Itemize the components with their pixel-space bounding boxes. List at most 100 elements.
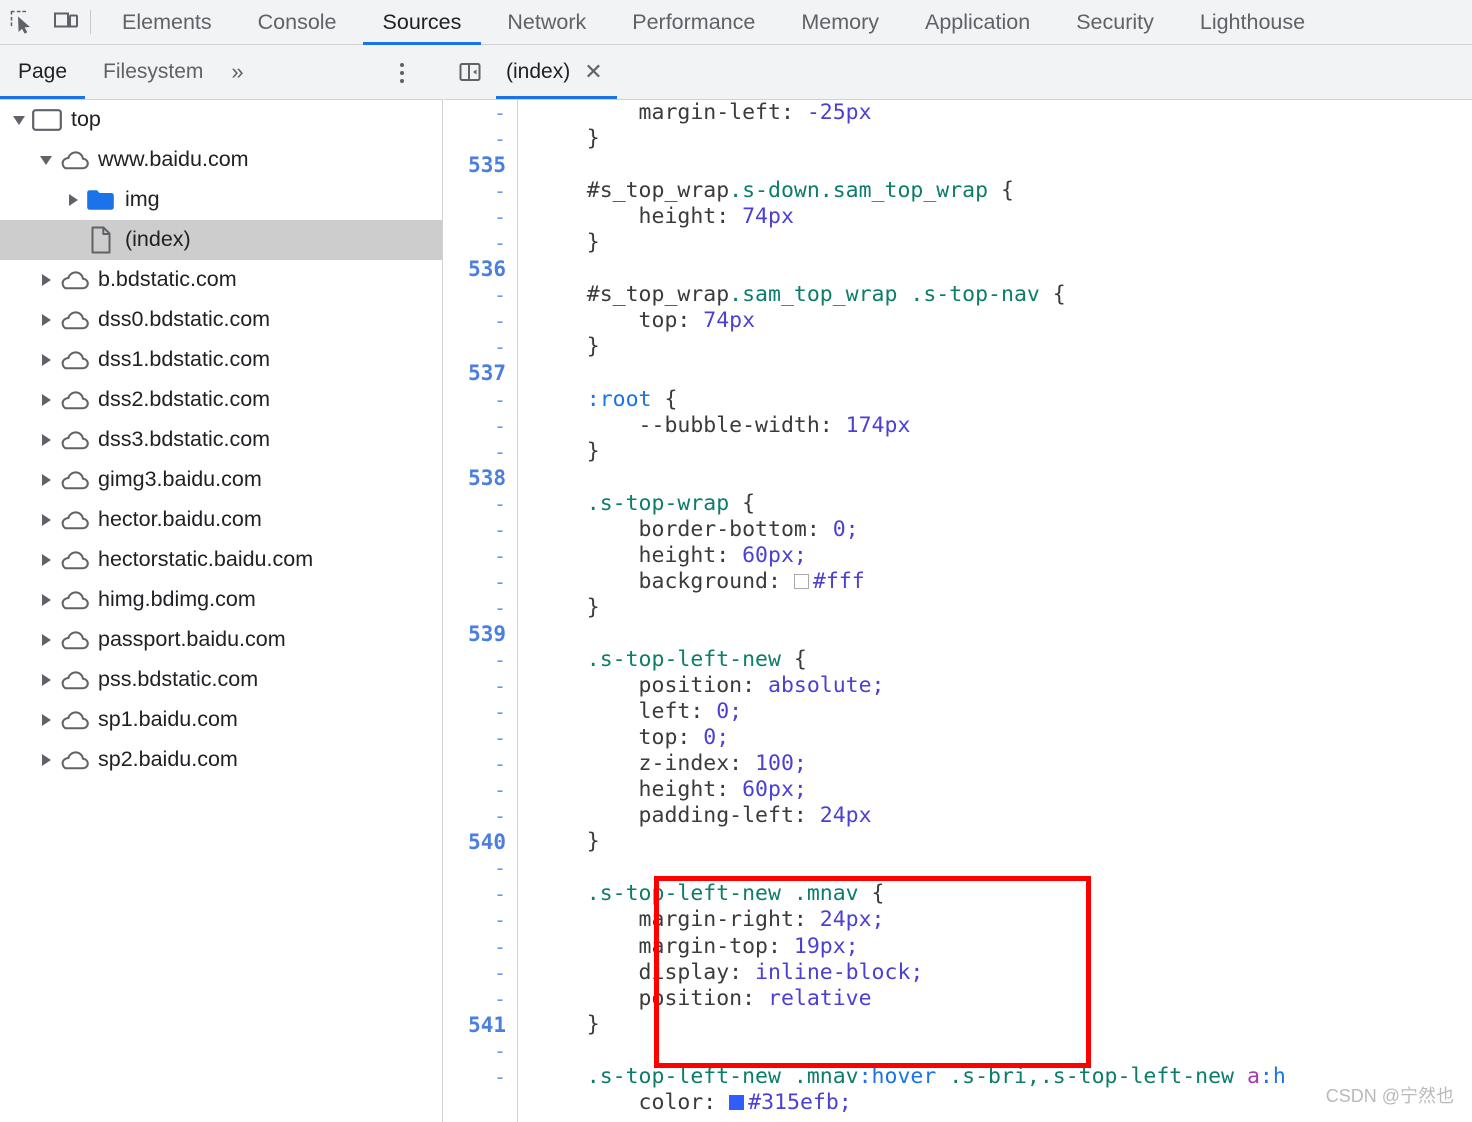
code-token: .s-down.sam_top_wrap	[729, 178, 989, 204]
tab-sources[interactable]: Sources	[360, 0, 485, 45]
chevron-right-icon[interactable]	[35, 629, 57, 651]
code-line: }	[519, 126, 1472, 152]
tab-application[interactable]: Application	[902, 0, 1053, 45]
code-token: inline-block;	[755, 959, 924, 985]
tab-console[interactable]: Console	[235, 0, 360, 45]
tree-item[interactable]: b.bdstatic.com	[0, 260, 442, 300]
tree-item[interactable]: dss2.bdstatic.com	[0, 380, 442, 420]
nav-more-tabs-button[interactable]: »	[221, 45, 253, 99]
code-line: display: inline-block;	[519, 960, 1472, 986]
tree-item[interactable]: sp2.baidu.com	[0, 740, 442, 780]
chevron-right-icon[interactable]	[35, 669, 57, 691]
code-token: top:	[535, 308, 704, 334]
line-continuation-marker: -	[493, 517, 506, 542]
tree-item-label: himg.bdimg.com	[98, 587, 256, 612]
collapse-sidebar-icon[interactable]	[444, 45, 496, 99]
cloud-icon	[57, 667, 91, 693]
chevron-right-icon[interactable]	[35, 389, 57, 411]
file-tab-label: (index)	[506, 60, 571, 83]
code-token: #s_top_wrap	[535, 178, 730, 204]
line-number: 538	[468, 465, 506, 490]
line-continuation-marker: -	[493, 127, 506, 152]
code-token: .s-top-left-new .mnav	[535, 1063, 859, 1089]
tree-item-label: img	[125, 187, 160, 212]
device-toolbar-icon[interactable]	[44, 0, 88, 44]
code-line: }	[519, 230, 1472, 256]
close-icon[interactable]: ✕	[584, 61, 602, 83]
tree-item[interactable]: gimg3.baidu.com	[0, 460, 442, 500]
tree-item[interactable]: hectorstatic.baidu.com	[0, 540, 442, 580]
line-number: 536	[468, 257, 506, 282]
line-continuation-marker: -	[493, 595, 506, 620]
code-line: height: 60px;	[519, 777, 1472, 803]
kebab-menu-icon[interactable]	[389, 59, 415, 87]
code-token: padding-left:	[535, 803, 820, 829]
tab-network[interactable]: Network	[484, 0, 609, 45]
code-content[interactable]: margin-left: -25px } #s_top_wrap.s-down.…	[519, 100, 1472, 1122]
line-continuation-marker: -	[493, 726, 506, 751]
chevron-right-icon[interactable]	[35, 429, 57, 451]
watermark-text: CSDN @宁然也	[1325, 1086, 1454, 1106]
code-token: {	[729, 490, 756, 516]
tree-item[interactable]: (index)	[0, 220, 442, 260]
tab-elements[interactable]: Elements	[99, 0, 235, 45]
tree-item[interactable]: dss0.bdstatic.com	[0, 300, 442, 340]
cloud-icon	[57, 147, 91, 173]
tab-security[interactable]: Security	[1053, 0, 1177, 45]
code-editor[interactable]: - -535- - -536- - -537- - -538- - - - -539- - - - - - -54…	[444, 100, 1472, 1122]
chevron-down-icon[interactable]	[8, 109, 30, 131]
code-line: height: 60px;	[519, 543, 1472, 569]
code-line: padding-left: 24px	[519, 803, 1472, 829]
code-token: --bubble-width:	[535, 412, 846, 438]
tree-item[interactable]: dss3.bdstatic.com	[0, 420, 442, 460]
line-continuation-marker: -	[493, 674, 506, 699]
color-swatch-white[interactable]	[793, 573, 809, 589]
code-token: {	[1039, 282, 1066, 308]
tree-item[interactable]: passport.baidu.com	[0, 620, 442, 660]
chevron-right-icon[interactable]	[35, 589, 57, 611]
file-navigator-tree[interactable]: top www.baidu.com img (index) b.bdstatic.com…	[0, 100, 443, 1122]
code-line: z-index: 100;	[519, 751, 1472, 777]
color-swatch-blue[interactable]	[729, 1094, 745, 1110]
tab-memory[interactable]: Memory	[778, 0, 902, 45]
cloud-icon	[57, 547, 91, 573]
chevron-right-icon[interactable]	[35, 549, 57, 571]
tab-lighthouse[interactable]: Lighthouse	[1177, 0, 1328, 45]
tree-item[interactable]: www.baidu.com	[0, 140, 442, 180]
chevron-right-icon[interactable]	[35, 749, 57, 771]
code-token: 19px;	[793, 933, 859, 959]
inspect-element-icon[interactable]	[0, 0, 44, 44]
chevron-right-icon[interactable]	[35, 309, 57, 331]
code-token: top:	[535, 725, 704, 751]
devtools-window: Elements Console Sources Network Perform…	[0, 0, 1472, 1122]
line-continuation-marker: -	[493, 778, 506, 803]
tree-item[interactable]: pss.bdstatic.com	[0, 660, 442, 700]
tree-item[interactable]: hector.baidu.com	[0, 500, 442, 540]
chevron-right-icon[interactable]	[35, 709, 57, 731]
code-token: 74px	[703, 308, 756, 334]
tree-item[interactable]: dss1.bdstatic.com	[0, 340, 442, 380]
nav-tab-filesystem[interactable]: Filesystem	[85, 45, 221, 99]
tree-item-label: dss0.bdstatic.com	[98, 307, 271, 332]
cloud-icon	[57, 747, 91, 773]
nav-tab-page[interactable]: Page	[0, 45, 86, 99]
chevron-down-icon[interactable]	[35, 149, 57, 171]
code-token: {	[651, 386, 678, 412]
tree-item[interactable]: img	[0, 180, 442, 220]
code-token: a	[1246, 1063, 1260, 1089]
tab-performance[interactable]: Performance	[609, 0, 778, 45]
tree-item[interactable]: top	[0, 100, 442, 140]
tree-item-label: top	[71, 107, 101, 132]
file-tab-index[interactable]: (index) ✕	[496, 45, 617, 99]
chevron-right-icon[interactable]	[35, 469, 57, 491]
chevron-right-icon[interactable]	[35, 349, 57, 371]
chevron-right-icon[interactable]	[62, 189, 84, 211]
code-token: border-bottom:	[535, 516, 833, 542]
chevron-right-icon[interactable]	[35, 269, 57, 291]
tree-item[interactable]: himg.bdimg.com	[0, 580, 442, 620]
tree-item[interactable]: sp1.baidu.com	[0, 700, 442, 740]
chevron-right-icon[interactable]	[35, 509, 57, 531]
line-continuation-marker: -	[493, 439, 506, 464]
code-token: color:	[535, 1089, 730, 1115]
